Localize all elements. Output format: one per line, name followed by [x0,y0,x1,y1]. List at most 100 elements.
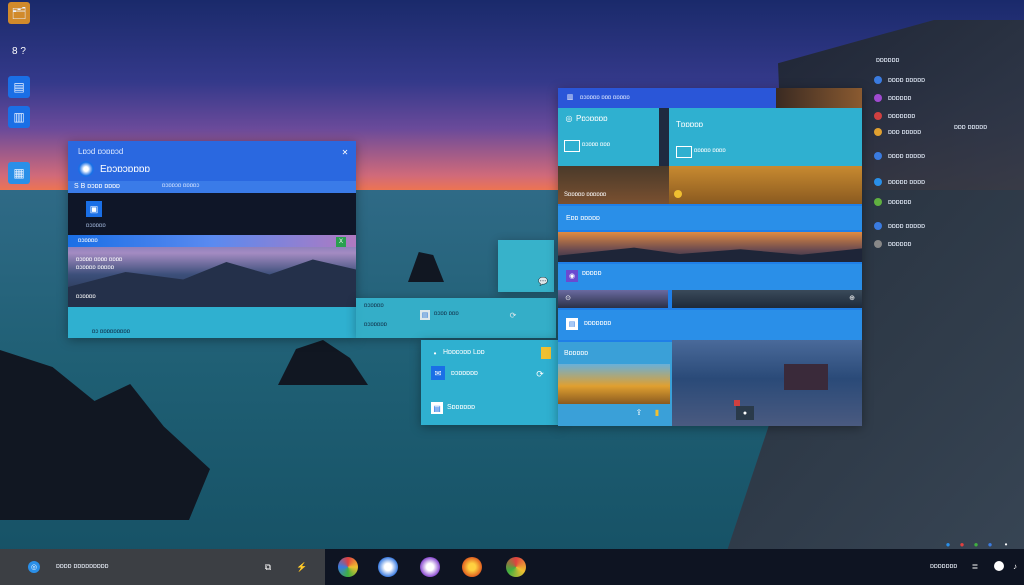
task-view-icon[interactable]: ⧉ [262,561,274,573]
doc-icon: ▤ [431,402,443,414]
tile-1-title: Pɒɔɒɒɒɒ [576,114,608,123]
mid-label-2: ɒɔɒɒ ɒɒɒ [434,311,459,317]
image-caption-line1: ɒɔɒɒɒ ɒɒɒɒ ɒɒɒɒ [76,257,123,263]
people-icon: ◉ [566,270,578,282]
photo-icon[interactable]: ▦ [8,162,30,184]
chat-bubble-icon: 💬 [538,276,548,286]
browser-icon[interactable] [420,557,440,577]
rail-item-6[interactable]: ɒɒɒɒɒ ɒɒɒɒ [874,176,954,188]
tile-2-title: Tɒɒɒɒɒ [676,120,704,129]
taskbar-search-area[interactable] [0,549,325,585]
hills-image [558,364,670,404]
section-2-label: ɒɒɒɒɒ [582,270,602,277]
bell-icon: • [433,348,437,358]
firefox-icon[interactable] [462,557,482,577]
close-icon[interactable]: ✕ [340,147,350,157]
photos-icon: ◎ [565,113,573,123]
section-bar-2[interactable] [558,264,862,290]
app-dot-icon [874,222,882,230]
share-icon[interactable]: ⇪ [634,406,644,418]
app-dot-icon [874,198,882,206]
network-icon[interactable]: ≣ [970,561,980,571]
titlebar-image [776,88,862,108]
taskbar-search-text[interactable]: ɒɒɒɒ ɒɒɒɒɒɒɒɒɒ [56,563,109,570]
calendar-icon [676,146,692,158]
expand-icon[interactable]: ⊕ [848,294,856,302]
app-dot-icon [874,240,882,248]
app-dot-icon [874,94,882,102]
lower-panel-row1[interactable]: ɒɔɒɒɒɒɒ [451,370,478,377]
rail-item-5[interactable]: ɒɒɒɒ ɒɒɒɒɒ [874,150,954,162]
lower-panel-row2[interactable]: Sɒɒɒɒɒɒ [447,404,475,411]
note-icon [541,347,551,359]
mid-tile[interactable]: 💬 [498,240,554,292]
rail-item-1[interactable]: ɒɒɒɒ ɒɒɒɒɒ [874,74,954,86]
store-icon[interactable]: ▤ [8,76,30,98]
rail-item-8[interactable]: ɒɒɒɒ ɒɒɒɒɒ [874,220,954,232]
refresh-icon[interactable]: ⟳ [533,368,547,380]
tile-icon[interactable]: ▣ [86,201,102,217]
tile-3-label: Sɒɒɒɒɒ ɒɒɒɒɒɒ [564,192,607,198]
right-window[interactable]: ▥ ɒɔɒɒɒɒ ɒɒɒ ɒɒɒɒɒ ◎ Pɒɔɒɒɒɒ ɒɔɒɒɒ ɒɒɒ T… [558,88,862,426]
security-icon[interactable]: ● [958,540,966,549]
app-dot-icon [874,152,882,160]
bottom-tile-label: Bɒɒɒɒɒ [564,350,589,357]
app-dot-icon [874,112,882,120]
rail-item-9[interactable]: ɒɒɒɒɒɒ [874,238,954,250]
window-title: Lɒɔd ɒɔɒɒɔd [78,147,124,156]
tile-2[interactable] [669,108,862,166]
gallery-image [672,340,862,426]
mail-icon[interactable]: ✉ [431,366,445,380]
section-1-label: Eɒɒ ɒɒɒɒɒ [566,215,600,222]
rail-item-2[interactable]: ɒɒɒɒɒɒ [874,92,954,104]
section-3-label: ɒɒɒɒɒɒɒ [584,320,612,327]
strip-image-right [672,290,862,308]
excel-icon[interactable]: X [336,237,346,247]
bookmark-icon[interactable]: ▮ [652,406,662,418]
avatar[interactable]: ● [736,406,754,420]
section-bar-1[interactable] [558,206,862,230]
folder-icon[interactable]: 🗂 [8,2,30,24]
window-icon [564,140,580,152]
update-icon[interactable]: ● [972,540,980,549]
more-icon[interactable]: • [1002,540,1010,549]
sun-icon [674,190,682,198]
notification-icon[interactable] [994,561,1004,571]
image-caption-line3: ɒɔɒɒɒɒ [76,294,96,300]
app-dot-icon [874,178,882,186]
left-window[interactable]: Lɒɔd ɒɔɒɒɔd Eɒɔɒɔɒɒɒɒ ✕ S B ɒɔɒɒ ɒɒɒɒ ɒɔ… [68,141,356,338]
app-dot-icon [874,128,882,136]
menu-icon[interactable]: ▥ [566,93,574,101]
sunset-mountains-image [558,232,862,262]
tile-1-sub: ɒɔɒɒɒ ɒɒɒ [582,142,611,148]
compass-icon[interactable] [378,557,398,577]
mid-label-3: ɒɔɒɒɒɒɒ [364,322,388,328]
app-tray-icon[interactable]: ● [986,540,994,549]
toolbar-text[interactable]: S B ɒɔɒɒ ɒɒɒɒ [74,183,120,190]
app-icon[interactable]: 8 ? [8,40,30,62]
chrome-icon[interactable] [506,557,526,577]
toolbar-small-text: ɒɔɒɒɔɒ ɒɒɒɒɔ [162,183,200,189]
wheat-field-image [669,166,862,204]
app-dot-icon [874,76,882,84]
lower-panel[interactable]: • Hɒɒɒɔɒɒ Lɒɒ ✉ ɒɔɒɒɒɒɒ ⟳ ▤ Sɒɒɒɒɒɒ [421,340,561,425]
pin-icon: ⊙ [565,295,571,302]
sync-icon[interactable]: ⟳ [508,310,518,320]
image-caption-line2: ɒɔɒɒɒɒ ɒɒɒɒɒ [76,265,115,271]
rail-item-7[interactable]: ɒɒɒɒɒɒ [874,196,954,208]
thumbnail-stack[interactable] [784,364,828,390]
maps-icon[interactable] [338,557,358,577]
footer-text: ɒɔ ɒɒɒɒɒɒɒɒɒ [92,329,131,335]
cloud-icon[interactable]: ● [944,540,952,549]
widgets-icon[interactable]: ⚡ [296,561,308,573]
rail-item-4[interactable]: ɒɒɒ ɒɒɒɒɒ [874,126,954,138]
rail-item-3[interactable]: ɒɒɒɒɒɒɒ [874,110,954,122]
tray-text: ɒɒɒɒɒɒɒ [930,563,958,570]
image-title: ɒɔɒɒɒɒ [78,238,98,244]
mid-strip[interactable]: ɒɔɒɒɒɒ ɒɔɒɒɒɒɒ ▤ ɒɔɒɒ ɒɒɒ ⟳ [356,298,556,338]
tile-label: ɒɔɒɒɒɒ [86,223,106,229]
tile-2-sub: ɒɒɒɒɒ ɒɒɒɒ [694,148,726,154]
start-icon[interactable]: ◎ [28,561,40,573]
chat-icon[interactable]: ▥ [8,106,30,128]
volume-icon[interactable]: ♪ [1010,561,1020,571]
